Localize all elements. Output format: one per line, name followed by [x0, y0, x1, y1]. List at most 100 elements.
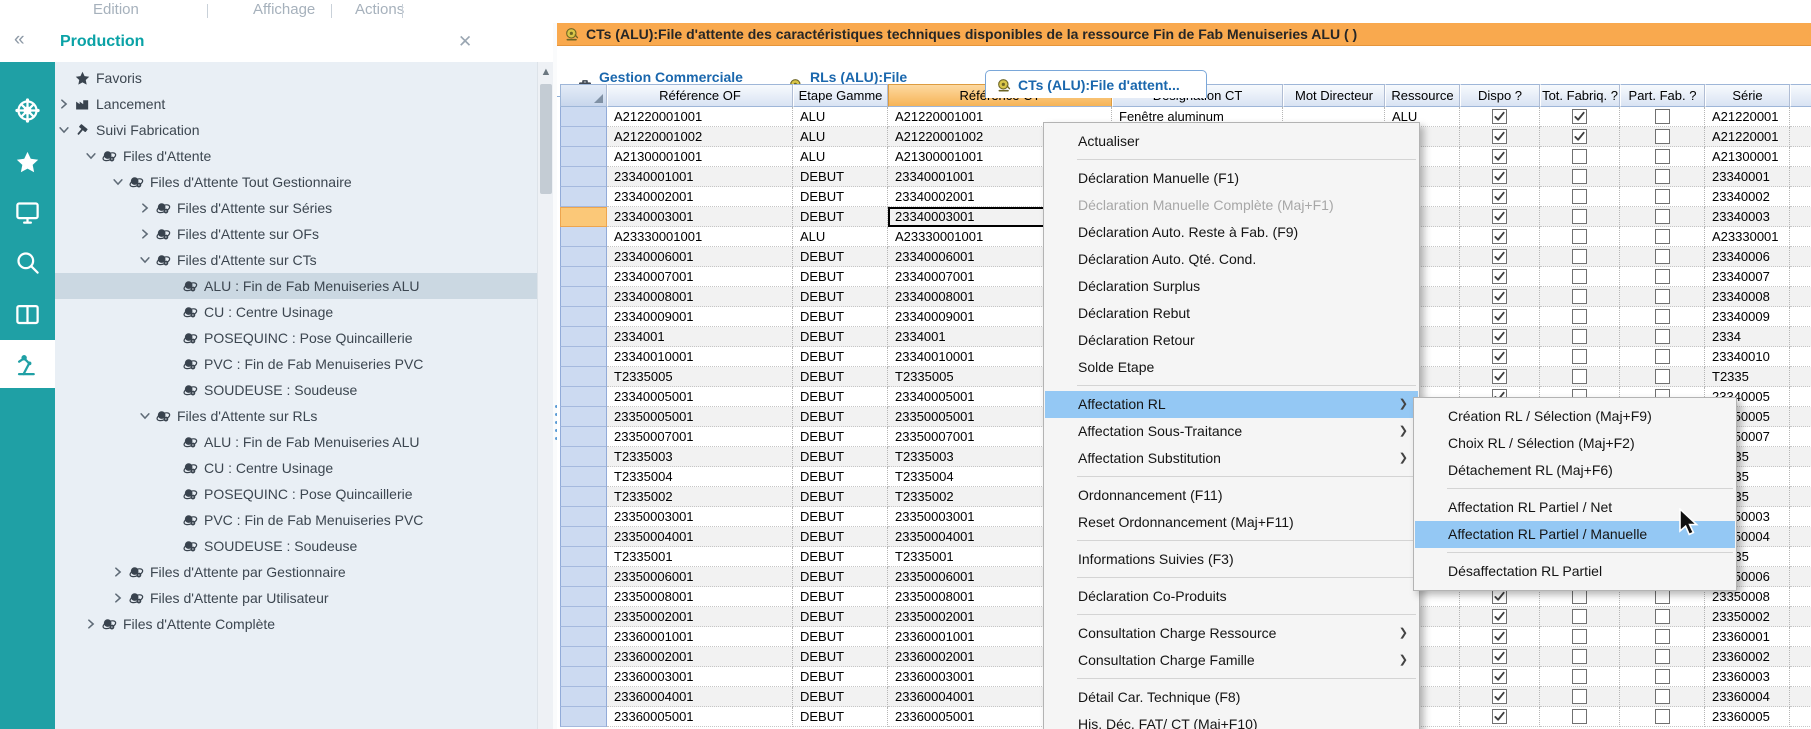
row-handle[interactable]	[560, 287, 607, 307]
checkbox-unchecked[interactable]	[1572, 609, 1587, 624]
cell-ctlast[interactable]	[1790, 227, 1811, 247]
checkbox-checked[interactable]	[1492, 649, 1507, 664]
cell-etape[interactable]: DEBUT	[793, 547, 888, 567]
cell-etape[interactable]: DEBUT	[793, 627, 888, 647]
cell-etape[interactable]: DEBUT	[793, 467, 888, 487]
cell-etape[interactable]: DEBUT	[793, 647, 888, 667]
checkbox-checked[interactable]	[1492, 289, 1507, 304]
cell-serie[interactable]: 23360002	[1705, 647, 1790, 667]
row-handle[interactable]	[560, 487, 607, 507]
checkbox-unchecked[interactable]	[1655, 269, 1670, 284]
cell-etape[interactable]: DEBUT	[793, 587, 888, 607]
row-handle[interactable]	[560, 467, 607, 487]
cell-ctlast[interactable]	[1790, 267, 1811, 287]
cell-serie[interactable]: 23340001	[1705, 167, 1790, 187]
cell-of[interactable]: A21220001001	[607, 107, 793, 127]
row-handle[interactable]	[560, 307, 607, 327]
row-handle[interactable]	[560, 587, 607, 607]
tree-item[interactable]: PVC : Fin de Fab Menuiseries PVC	[55, 351, 537, 377]
tree-item[interactable]: Suivi Fabrication	[55, 117, 537, 143]
tree-item[interactable]: CU : Centre Usinage	[55, 455, 537, 481]
column-header[interactable]: Part. Fab. ?	[1620, 84, 1705, 107]
menu-item[interactable]: Déclaration Auto. Reste à Fab. (F9)	[1045, 219, 1418, 246]
cell-etape[interactable]: DEBUT	[793, 387, 888, 407]
chevron-right-icon[interactable]	[136, 200, 154, 216]
cell-of[interactable]: 23350007001	[607, 427, 793, 447]
cell-ctlast[interactable]	[1790, 627, 1811, 647]
checkbox-unchecked[interactable]	[1655, 709, 1670, 724]
cell-serie[interactable]: 23340009	[1705, 307, 1790, 327]
checkbox-checked[interactable]	[1492, 329, 1507, 344]
row-handle[interactable]	[560, 387, 607, 407]
cell-serie[interactable]: 23360001	[1705, 627, 1790, 647]
cell-ctlast[interactable]	[1790, 567, 1811, 587]
cell-of[interactable]: T2335003	[607, 447, 793, 467]
column-header[interactable]: Ressource	[1385, 84, 1460, 107]
column-header[interactable]: Dispo ?	[1460, 84, 1540, 107]
menu-item[interactable]: Solde Etape	[1045, 354, 1418, 381]
checkbox-checked[interactable]	[1492, 229, 1507, 244]
tree-item[interactable]: ALU : Fin de Fab Menuiseries ALU	[55, 273, 537, 299]
cell-of[interactable]: 23350003001	[607, 507, 793, 527]
cell-ctlast[interactable]	[1790, 667, 1811, 687]
tree-item[interactable]: Files d'Attente par Gestionnaire	[55, 559, 537, 585]
cell-of[interactable]: A23330001001	[607, 227, 793, 247]
sidebar-star-icon[interactable]	[0, 138, 55, 186]
menu-item[interactable]: Consultation Charge Ressource❯	[1045, 620, 1418, 647]
row-handle[interactable]	[560, 227, 607, 247]
checkbox-unchecked[interactable]	[1655, 289, 1670, 304]
cell-serie[interactable]: 23360003	[1705, 667, 1790, 687]
cell-ctlast[interactable]	[1790, 187, 1811, 207]
checkbox-unchecked[interactable]	[1572, 209, 1587, 224]
checkbox-checked[interactable]	[1492, 669, 1507, 684]
column-header[interactable]: Tot. Fabriq. ?	[1540, 84, 1620, 107]
checkbox-checked[interactable]	[1492, 269, 1507, 284]
menu-item[interactable]: Affectation Substitution❯	[1045, 445, 1418, 472]
cell-of[interactable]: 23340002001	[607, 187, 793, 207]
menu-edition[interactable]: Edition	[93, 0, 139, 23]
cell-etape[interactable]: DEBUT	[793, 427, 888, 447]
tab-cts-file-attente[interactable]: CTs (ALU):File d'attent...	[985, 70, 1207, 98]
row-handle[interactable]	[560, 547, 607, 567]
menu-item[interactable]: Détail Car. Technique (F8)	[1045, 684, 1418, 711]
menu-actions[interactable]: Actions	[355, 0, 404, 23]
menu-item[interactable]: Actualiser	[1045, 128, 1418, 155]
row-handle[interactable]	[560, 367, 607, 387]
row-handle[interactable]	[560, 247, 607, 267]
cell-ctlast[interactable]	[1790, 487, 1811, 507]
checkbox-unchecked[interactable]	[1655, 369, 1670, 384]
tree-item[interactable]: Files d'Attente par Utilisateur	[55, 585, 537, 611]
cell-serie[interactable]: 23360004	[1705, 687, 1790, 707]
sidebar-search-icon[interactable]	[0, 238, 55, 286]
checkbox-checked[interactable]	[1492, 249, 1507, 264]
checkbox-checked[interactable]	[1492, 209, 1507, 224]
tree-item[interactable]: Files d'Attente sur OFs	[55, 221, 537, 247]
sidebar-columns-icon[interactable]	[0, 290, 55, 338]
menu-item[interactable]: Affectation Sous-Traitance❯	[1045, 418, 1418, 445]
checkbox-unchecked[interactable]	[1655, 249, 1670, 264]
menu-item[interactable]: Création RL / Sélection (Maj+F9)	[1415, 403, 1735, 430]
close-panel-icon[interactable]: ✕	[458, 32, 472, 52]
cell-ctlast[interactable]	[1790, 687, 1811, 707]
cell-etape[interactable]: DEBUT	[793, 487, 888, 507]
cell-etape[interactable]: DEBUT	[793, 207, 888, 227]
cell-of[interactable]: 23360002001	[607, 647, 793, 667]
menu-item[interactable]: Déclaration Auto. Qté. Cond.	[1045, 246, 1418, 273]
menu-item[interactable]: Reset Ordonnancement (Maj+F11)	[1045, 509, 1418, 536]
cell-serie[interactable]: 23340008	[1705, 287, 1790, 307]
row-handle[interactable]	[560, 327, 607, 347]
cell-ctlast[interactable]	[1790, 467, 1811, 487]
checkbox-unchecked[interactable]	[1655, 169, 1670, 184]
tree-item[interactable]: Files d'Attente sur Séries	[55, 195, 537, 221]
menu-item[interactable]: Déclaration Surplus	[1045, 273, 1418, 300]
cell-of[interactable]: 23350006001	[607, 567, 793, 587]
checkbox-checked[interactable]	[1492, 109, 1507, 124]
cell-of[interactable]: 23350008001	[607, 587, 793, 607]
chevron-right-icon[interactable]	[109, 564, 127, 580]
checkbox-unchecked[interactable]	[1572, 329, 1587, 344]
checkbox-unchecked[interactable]	[1655, 149, 1670, 164]
cell-of[interactable]: 23340010001	[607, 347, 793, 367]
cell-of[interactable]: 23360004001	[607, 687, 793, 707]
chevron-right-icon[interactable]	[55, 96, 73, 112]
cell-ctlast[interactable]	[1790, 587, 1811, 607]
